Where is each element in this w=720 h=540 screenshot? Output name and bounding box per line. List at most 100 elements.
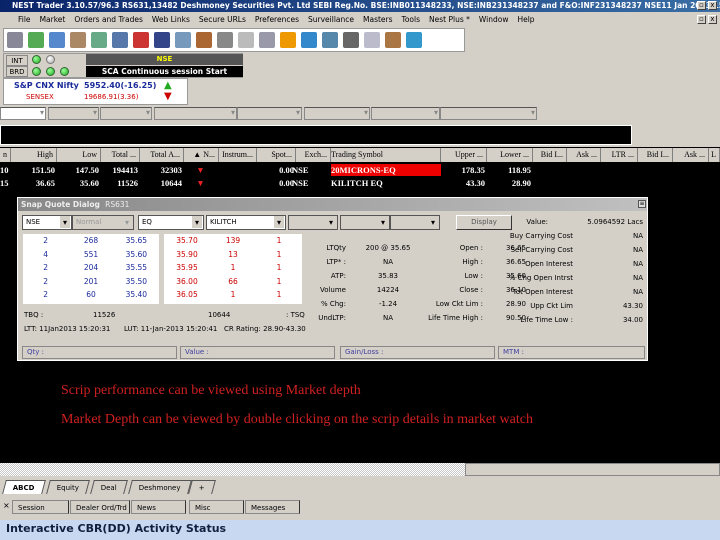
toolbar-tool-icon[interactable] xyxy=(301,32,317,48)
grid-column-header[interactable]: High xyxy=(11,148,57,162)
workspace-tab[interactable]: Deshmoney xyxy=(128,480,192,494)
toolbar-tool-icon[interactable] xyxy=(91,32,107,48)
filter-combo[interactable] xyxy=(440,107,537,120)
grid-column-header[interactable]: Low xyxy=(57,148,101,162)
grid-column-header[interactable]: L xyxy=(709,148,720,162)
grid-column-header[interactable]: Instrum... xyxy=(219,148,257,162)
toolbar-tool-icon[interactable] xyxy=(196,32,212,48)
horizontal-scrollbar[interactable] xyxy=(465,463,720,476)
filter-combo[interactable] xyxy=(0,107,46,120)
quote-stat-value: NA xyxy=(632,274,643,282)
depth-cell: 139 xyxy=(225,236,241,245)
toolbar-tool-icon[interactable] xyxy=(364,32,380,48)
filter-combo[interactable] xyxy=(304,107,370,120)
grid-column-header[interactable]: Total ... xyxy=(101,148,140,162)
grid-column-header[interactable]: Ask ... xyxy=(567,148,601,162)
toolbar-tool-icon[interactable] xyxy=(406,32,422,48)
toolbar-tool-icon[interactable] xyxy=(385,32,401,48)
toolbar-tool-icon[interactable] xyxy=(259,32,275,48)
bottom-tab[interactable]: Session xyxy=(12,500,69,514)
bottom-tab[interactable]: Misc xyxy=(189,500,244,514)
status-light-icon xyxy=(46,55,55,64)
menu-item-help[interactable]: Help xyxy=(517,15,534,24)
quote-info-0: LTP* : xyxy=(326,258,346,266)
depth-cell: 35.65 xyxy=(125,236,148,245)
grid-column-header[interactable]: Spot... xyxy=(257,148,296,162)
menu-item-window[interactable]: Window xyxy=(479,15,509,24)
quote-stat-label: Open Interest xyxy=(525,260,573,268)
toolbar-tool-icon[interactable] xyxy=(112,32,128,48)
grid-column-header[interactable]: LTR ... xyxy=(601,148,638,162)
depth-cell: 1 xyxy=(230,263,236,272)
filter-combo[interactable] xyxy=(48,107,99,120)
workspace-tab[interactable]: ABCD xyxy=(2,480,46,494)
scroll-track[interactable] xyxy=(0,463,465,476)
mdi-close-button[interactable]: x xyxy=(708,15,717,24)
filter-combo[interactable] xyxy=(100,107,152,120)
dialog-menu-button[interactable]: ≡ xyxy=(638,200,646,208)
menu-item-surveillance[interactable]: Surveillance xyxy=(308,15,354,24)
quote-stat-label: Tot Open Interest xyxy=(512,288,573,296)
grid-column-header[interactable]: Exch... xyxy=(296,148,331,162)
dialog-combo[interactable]: EQ xyxy=(138,215,204,230)
toolbar-tool-icon[interactable] xyxy=(322,32,338,48)
grid-column-header[interactable]: Trading Symbol xyxy=(331,148,441,162)
menu-item-tools[interactable]: Tools xyxy=(402,15,420,24)
dialog-combo[interactable] xyxy=(340,215,390,230)
close-panel-icon[interactable]: × xyxy=(3,501,10,510)
grid-column-header[interactable]: n xyxy=(0,148,11,162)
display-button[interactable]: Display xyxy=(456,215,512,230)
dialog-combo[interactable]: NSE xyxy=(22,215,72,230)
dialog-combo[interactable]: Normal xyxy=(72,215,134,230)
grid-cell-totala: 32303 xyxy=(160,165,182,175)
menu-item-file[interactable]: File xyxy=(18,15,31,24)
menu-item-nest-plus-[interactable]: Nest Plus * xyxy=(429,15,470,24)
menu-item-preferences[interactable]: Preferences xyxy=(255,15,299,24)
grid-column-header[interactable]: Upper ... xyxy=(441,148,487,162)
menu-item-secure-urls[interactable]: Secure URLs xyxy=(199,15,246,24)
depth-cell: 204 xyxy=(83,263,99,272)
bottom-tab[interactable]: Dealer Ord/Trd xyxy=(70,500,130,514)
grid-column-header[interactable]: Total A... xyxy=(140,148,184,162)
filter-combo[interactable] xyxy=(371,107,440,120)
toolbar-tool-icon[interactable] xyxy=(238,32,254,48)
table-row[interactable]: 15 36.65 35.60 11526 10644 ▼ 0.00 NSE KILITCH EQ… xyxy=(0,177,720,189)
close-button[interactable]: x xyxy=(708,1,717,10)
dialog-combo[interactable] xyxy=(288,215,338,230)
mdi-restore-button[interactable]: ▫ xyxy=(697,15,706,24)
toolbar-tool-icon[interactable] xyxy=(7,32,23,48)
dialog-combo[interactable]: KILITCH xyxy=(206,215,286,230)
workspace-tab[interactable]: + xyxy=(188,480,216,494)
toolbar-tool-icon[interactable] xyxy=(217,32,233,48)
toolbar-tool-icon[interactable] xyxy=(70,32,86,48)
table-row[interactable]: 10 151.50 147.50 194413 32303 ▼ 0.00 NSE 20MICRO… xyxy=(0,164,720,176)
grid-column-header[interactable]: ▲ N... xyxy=(184,148,219,162)
toolbar-tool-icon[interactable] xyxy=(28,32,44,48)
workspace-tab[interactable]: Equity xyxy=(46,480,91,494)
toolbar-tool-icon[interactable] xyxy=(154,32,170,48)
workspace-tab[interactable]: Deal xyxy=(90,480,128,494)
menu-item-masters[interactable]: Masters xyxy=(363,15,393,24)
depth-cell: 551 xyxy=(83,249,99,259)
menu-item-orders-and-trades[interactable]: Orders and Trades xyxy=(74,15,143,24)
bottom-tab[interactable]: News xyxy=(131,500,186,514)
dialog-title-bar: Snap Quote Dialog RS631 xyxy=(18,198,647,211)
grid-column-header[interactable]: Ask ... xyxy=(673,148,709,162)
toolbar-tool-icon[interactable] xyxy=(49,32,65,48)
grid-column-header[interactable]: Lower ... xyxy=(487,148,533,162)
grid-cell-spot: 0.00 xyxy=(279,165,294,175)
grid-column-header[interactable]: Bid I... xyxy=(533,148,567,162)
grid-column-header[interactable]: Bid I... xyxy=(638,148,673,162)
toolbar-tool-icon[interactable] xyxy=(280,32,296,48)
bottom-tab[interactable]: Messages xyxy=(245,500,300,514)
depth-cell: 2 xyxy=(43,236,49,245)
menu-item-web-links[interactable]: Web Links xyxy=(152,15,190,24)
menu-item-market[interactable]: Market xyxy=(40,15,66,24)
toolbar-tool-icon[interactable] xyxy=(133,32,149,48)
filter-combo[interactable] xyxy=(237,107,302,120)
maximize-button[interactable]: ▫ xyxy=(697,1,706,10)
dialog-combo[interactable] xyxy=(390,215,440,230)
filter-combo[interactable] xyxy=(154,107,237,120)
toolbar-tool-icon[interactable] xyxy=(343,32,359,48)
toolbar-tool-icon[interactable] xyxy=(175,32,191,48)
